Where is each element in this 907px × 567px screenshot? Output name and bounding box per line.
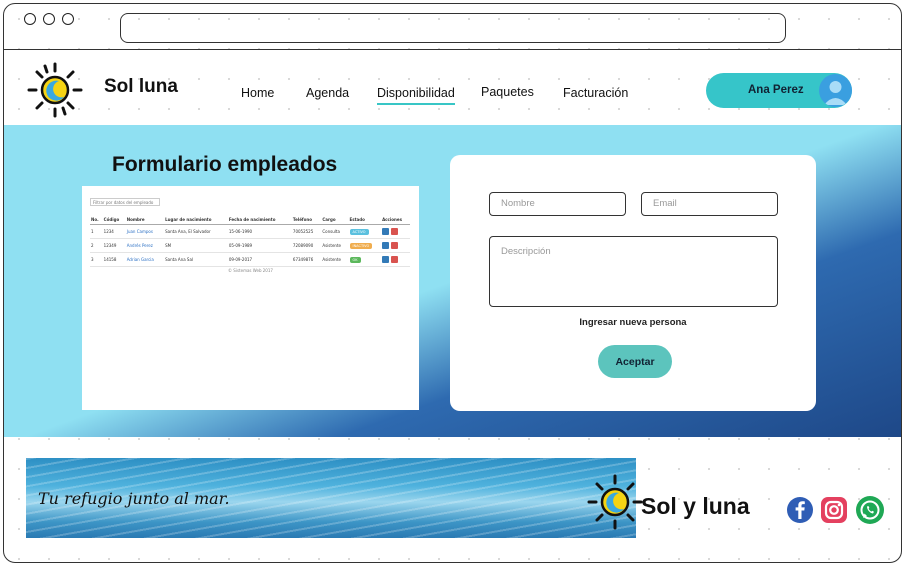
address-bar[interactable] [120, 13, 786, 43]
brand-name[interactable]: Sol luna [104, 76, 178, 98]
table-header: Cargo [321, 215, 349, 225]
name-input[interactable]: Nombre [489, 192, 626, 216]
cell-birthplace: SM [164, 238, 228, 253]
instagram-icon[interactable] [819, 495, 849, 525]
table-header: No. [90, 215, 103, 225]
site-header: Sol luna Home Agenda Disponibilidad Paqu… [4, 51, 901, 125]
cell-no: 1 [90, 224, 103, 239]
table-header-row: No. Código Nombre Lugar de nacimiento Fe… [90, 215, 410, 225]
cell-birthdate: 05-09-1989 [227, 238, 292, 253]
facebook-icon[interactable] [785, 495, 815, 525]
cell-phone: 70052525 [291, 224, 322, 239]
user-avatar-icon [819, 74, 852, 107]
window-titlebar [4, 4, 901, 50]
cell-birthplace: Santa Ana Sal [164, 252, 228, 267]
accept-button[interactable]: Aceptar [598, 345, 672, 378]
sun-moon-logo-icon [587, 474, 643, 530]
nav-home[interactable]: Home [241, 86, 274, 100]
cell-code: 12349 [102, 238, 126, 253]
user-menu-button[interactable]: Ana Perez [706, 73, 852, 108]
cell-role: Consulta [321, 224, 349, 239]
table-filter-select[interactable]: Filtrar por datos del empleado [90, 198, 160, 206]
whatsapp-icon[interactable] [855, 495, 885, 525]
page-title: Formulario empleados [112, 153, 338, 176]
window-control-close[interactable] [24, 13, 36, 25]
form-caption: Ingresar nueva persona [579, 317, 687, 328]
status-badge: INACTIVO [349, 242, 373, 249]
cell-role: Asistente [321, 238, 349, 253]
cell-no: 3 [90, 252, 103, 267]
cell-birthplace: Santa Ana, El Salvador [164, 224, 228, 239]
description-textarea[interactable]: Descripción [489, 236, 778, 307]
cell-no: 2 [90, 238, 103, 253]
table-row: 1 1234 Juan Campos Santa Ana, El Salvado… [90, 224, 410, 239]
footer-brand: Sol y luna [641, 493, 750, 519]
edit-icon[interactable] [382, 228, 390, 235]
delete-icon[interactable] [391, 242, 399, 249]
user-name: Ana Perez [748, 84, 804, 96]
table-header: Lugar de nacimiento [164, 215, 228, 225]
nav-disponibilidad[interactable]: Disponibilidad [377, 86, 455, 105]
new-person-form: Nombre Email Descripción Ingresar nueva … [450, 155, 816, 411]
employee-table: No. Código Nombre Lugar de nacimiento Fe… [90, 215, 410, 267]
cell-birthdate: 15-06-1990 [227, 224, 292, 239]
nav-facturacion[interactable]: Facturación [563, 86, 628, 100]
table-header: Fecha de nacimiento [227, 215, 292, 225]
window-control-maximize[interactable] [62, 13, 74, 25]
site-footer: Tu refugio junto al mar. Sol y luna [4, 437, 901, 562]
table-header: Teléfono [291, 215, 322, 225]
hero-section: Formulario empleados Filtrar por datos d… [4, 125, 901, 437]
nav-paquetes[interactable]: Paquetes [481, 85, 534, 99]
table-header: Código [102, 215, 126, 225]
window-control-minimize[interactable] [43, 13, 55, 25]
table-row: 2 12349 Andrés Perez SM 05-09-1989 72089… [90, 238, 410, 253]
delete-icon[interactable] [391, 256, 399, 263]
cell-name-link[interactable]: Adrian Garcia [125, 252, 165, 267]
employee-table-card: Filtrar por datos del empleado No. Códig… [82, 186, 419, 410]
footer-tagline: Tu refugio junto al mar. [38, 489, 230, 508]
table-footer-text: © Sistemas Web 2017 [228, 268, 273, 273]
table-header: Nombre [125, 215, 165, 225]
cell-code: 1234 [102, 224, 126, 239]
nav-agenda[interactable]: Agenda [306, 86, 349, 100]
cell-phone: 72089090 [291, 238, 322, 253]
edit-icon[interactable] [382, 242, 390, 249]
cell-name-link[interactable]: Juan Campos [125, 224, 165, 239]
cell-name-link[interactable]: Andrés Perez [125, 238, 165, 253]
table-header: Estado [348, 215, 382, 225]
edit-icon[interactable] [382, 256, 390, 263]
cell-birthdate: 09-09-2017 [227, 252, 292, 267]
table-row: 3 14158 Adrian Garcia Santa Ana Sal 09-0… [90, 252, 410, 267]
email-input[interactable]: Email [641, 192, 778, 216]
sun-moon-logo-icon[interactable] [26, 61, 84, 119]
table-header: Acciones [381, 215, 410, 225]
browser-window: Sol luna Home Agenda Disponibilidad Paqu… [3, 3, 902, 563]
status-badge: OK [349, 256, 361, 263]
status-badge: ACTIVO [349, 228, 369, 235]
delete-icon[interactable] [391, 228, 399, 235]
cell-phone: 67349876 [291, 252, 322, 267]
cell-role: Asistente [321, 252, 349, 267]
cell-code: 14158 [102, 252, 126, 267]
